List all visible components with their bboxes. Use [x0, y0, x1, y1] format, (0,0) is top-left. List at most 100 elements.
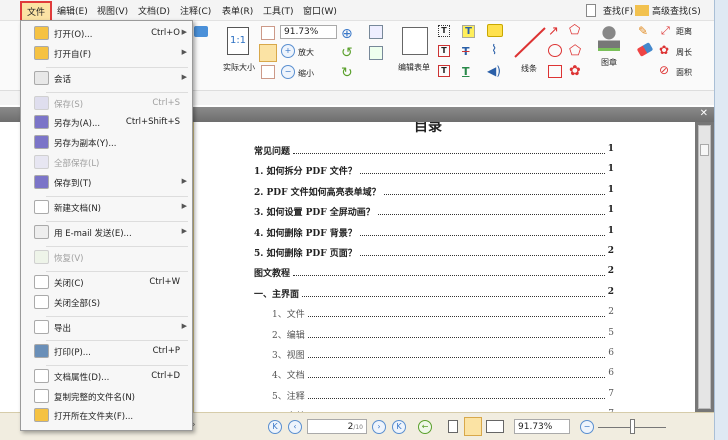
- polygon-icon[interactable]: ⬠: [569, 43, 581, 59]
- close-icon[interactable]: ✕: [700, 108, 708, 119]
- toc-entry[interactable]: 1. 如何拆分 PDF 文件？ 1: [254, 164, 614, 177]
- toc-entry[interactable]: 常见问题 1: [254, 144, 614, 157]
- toc-entry[interactable]: 1、文件 2: [272, 307, 614, 320]
- vertical-scrollbar[interactable]: [695, 122, 714, 412]
- save-to-icon: [34, 175, 49, 189]
- cloud-icon[interactable]: ✿: [569, 63, 581, 79]
- toc-entry[interactable]: 4、文档 6: [272, 368, 614, 381]
- zoom-tool-icon[interactable]: ⊕: [341, 26, 353, 42]
- distance-button[interactable]: 距离: [676, 26, 692, 37]
- actual-size-icon[interactable]: 1:1: [227, 27, 249, 55]
- eraser-icon[interactable]: [636, 42, 654, 57]
- menu-form[interactable]: 表单(R): [222, 4, 253, 17]
- status-zoom-out-icon[interactable]: −: [580, 420, 594, 434]
- menu-window[interactable]: 窗口(W): [303, 4, 337, 17]
- scroll-thumb[interactable]: [700, 144, 709, 156]
- typewriter-icon[interactable]: T: [438, 25, 450, 37]
- callout-icon[interactable]: T: [438, 65, 450, 77]
- toc-leader: [293, 144, 605, 154]
- menu-item[interactable]: 保存到(T) ▶: [21, 173, 192, 192]
- back-icon[interactable]: ←: [418, 420, 432, 434]
- underline-icon[interactable]: T: [462, 65, 470, 78]
- last-page-icon[interactable]: K: [392, 420, 406, 434]
- menu-comment[interactable]: 注释(C): [180, 4, 211, 17]
- rotate-right-icon[interactable]: ↻: [341, 65, 353, 81]
- polyline-icon[interactable]: ⬠: [569, 23, 580, 38]
- rotate-left-icon[interactable]: ↺: [341, 45, 353, 61]
- zoom-combo[interactable]: 91.73%: [280, 25, 337, 39]
- zoom-out-button[interactable]: 缩小: [298, 68, 314, 79]
- toc-entry[interactable]: 3. 如何设置 PDF 全屏动画？ 1: [254, 205, 614, 218]
- toc-entry[interactable]: 一、主界面 2: [254, 287, 614, 300]
- insert-text-image-icon[interactable]: [369, 46, 383, 60]
- arrow-icon[interactable]: ↗: [548, 24, 559, 39]
- menu-item[interactable]: 另存为副本(Y)...: [21, 133, 192, 152]
- attachment-icon[interactable]: ⌇: [491, 43, 497, 58]
- menu-item[interactable]: 关闭全部(S): [21, 293, 192, 312]
- strikeout-icon[interactable]: T: [462, 45, 470, 58]
- note-icon[interactable]: [487, 24, 503, 37]
- menu-item[interactable]: 导出 ▶: [21, 318, 192, 337]
- perimeter-button[interactable]: 周长: [676, 47, 692, 58]
- menu-edit[interactable]: 编辑(E): [57, 4, 88, 17]
- menu-item-label: 打印(P)...: [54, 348, 91, 358]
- first-page-icon[interactable]: K: [268, 420, 282, 434]
- find-button[interactable]: 查找(F): [603, 4, 633, 17]
- menu-item[interactable]: 用 E-mail 发送(E)... ▶: [21, 223, 192, 242]
- fit-visible-icon[interactable]: [261, 65, 275, 79]
- rectangle-icon[interactable]: [548, 65, 562, 78]
- highlight-icon[interactable]: T: [462, 25, 475, 38]
- textbox-icon[interactable]: T: [438, 45, 450, 57]
- menu-item[interactable]: 另存为(A)... Ctrl+Shift+S: [21, 113, 192, 132]
- advanced-find-button[interactable]: 高级查找(S): [652, 4, 701, 17]
- menu-item[interactable]: 新建文档(N) ▶: [21, 198, 192, 217]
- zoom-in-button[interactable]: 放大: [298, 47, 314, 58]
- menu-tools[interactable]: 工具(T): [263, 4, 294, 17]
- toc-entry[interactable]: 5. 如何删除 PDF 页面？ 2: [254, 246, 614, 259]
- menu-item[interactable]: 全部保存(L): [21, 153, 192, 172]
- prev-page-icon[interactable]: ‹: [288, 420, 302, 434]
- image-tool-icon[interactable]: [369, 25, 383, 39]
- folder-globe-icon: [34, 46, 49, 60]
- menu-item[interactable]: 打印(P)... Ctrl+P: [21, 342, 192, 361]
- menu-document[interactable]: 文档(D): [138, 4, 170, 17]
- edit-form-button[interactable]: 编辑表单: [398, 62, 430, 73]
- menu-item[interactable]: 文档属性(D)... Ctrl+D: [21, 367, 192, 386]
- single-page-icon[interactable]: [448, 420, 458, 433]
- toc-entry[interactable]: 3、视图 6: [272, 348, 614, 361]
- menu-item[interactable]: 打开自(F) ▶: [21, 44, 192, 63]
- zoom-slider-handle[interactable]: [630, 419, 635, 434]
- window-border: [714, 0, 728, 440]
- menu-item[interactable]: 保存(S) Ctrl+S: [21, 94, 192, 113]
- toc-entry[interactable]: 4. 如何删除 PDF 背景？ 1: [254, 226, 614, 239]
- menu-item[interactable]: 打开(O)... Ctrl+O ▶: [21, 24, 192, 43]
- menu-item[interactable]: 会话 ▶: [21, 69, 192, 88]
- oval-icon[interactable]: [548, 44, 562, 57]
- toc-entry[interactable]: 图文教程 2: [254, 266, 614, 279]
- actual-size-button[interactable]: 实际大小: [223, 62, 255, 73]
- continuous-page-icon[interactable]: [464, 417, 482, 436]
- status-zoom-combo[interactable]: 91.73%: [514, 419, 570, 434]
- sound-icon[interactable]: ◀): [487, 64, 501, 78]
- area-icon: ⊘: [659, 63, 670, 77]
- page-input[interactable]: 2/10: [307, 419, 367, 434]
- menu-item[interactable]: 打开所在文件夹(F)...: [21, 406, 192, 425]
- toc-entry[interactable]: 5、注释 7: [272, 389, 614, 402]
- facing-page-icon[interactable]: [486, 420, 504, 433]
- stamp-button[interactable]: 图章: [601, 57, 617, 68]
- fit-page-icon[interactable]: [261, 26, 275, 40]
- menu-item[interactable]: 关闭(C) Ctrl+W: [21, 273, 192, 292]
- toc-entry[interactable]: 2. PDF 文件如何高亮表单域？ 1: [254, 185, 614, 198]
- menu-view[interactable]: 视图(V): [97, 4, 128, 17]
- area-button[interactable]: 面积: [676, 67, 692, 78]
- menu-item[interactable]: 恢复(V): [21, 248, 192, 267]
- next-page-icon[interactable]: ›: [372, 420, 386, 434]
- line-button[interactable]: 线条: [521, 63, 537, 74]
- pencil-icon[interactable]: ✎: [638, 24, 648, 38]
- menu-file[interactable]: 文件: [20, 1, 53, 22]
- line-icon[interactable]: [512, 25, 548, 59]
- menu-separator: [46, 340, 188, 341]
- menu-item[interactable]: 复制完整的文件名(N): [21, 387, 192, 406]
- toc-entry[interactable]: 2、编辑 5: [272, 328, 614, 341]
- fit-width-icon[interactable]: [259, 44, 277, 62]
